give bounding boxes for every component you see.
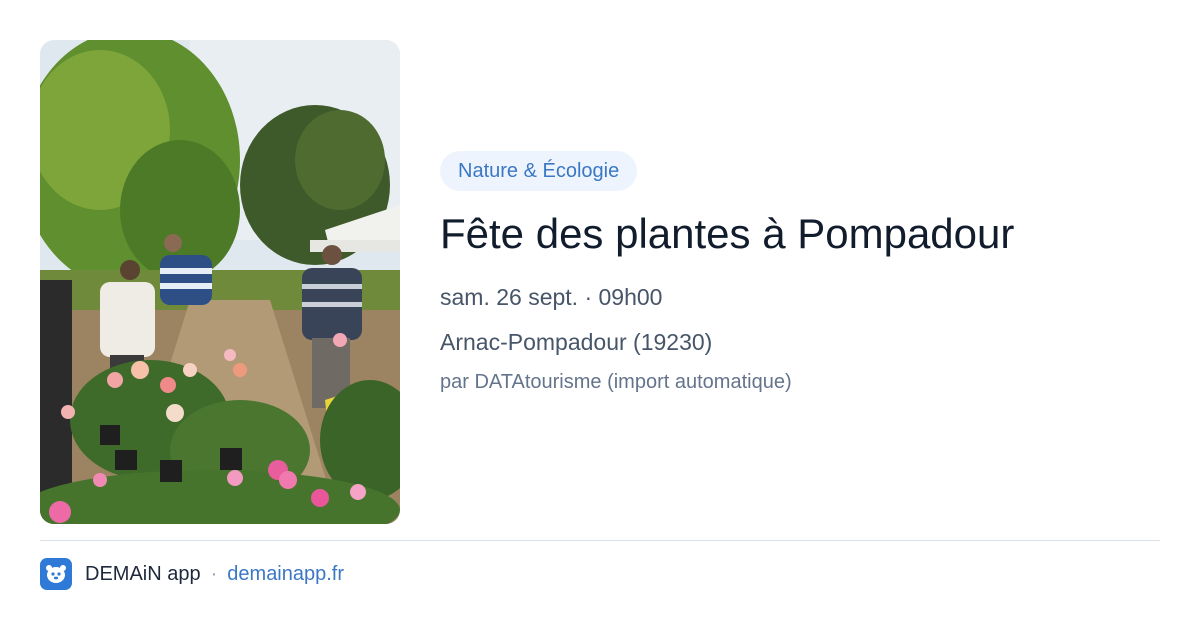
demain-logo-icon [40,558,72,590]
event-location: Arnac-Pompadour (19230) [440,329,713,355]
event-details: Nature & Écologie Fête des plantes à Pom… [440,151,1160,395]
site-link[interactable]: demainapp.fr [227,563,344,586]
footer-divider [40,540,1160,541]
footer: DEMAiN app · demainapp.fr [40,558,344,590]
footer-separator: · [210,562,218,585]
event-photo [40,40,400,524]
event-datetime: sam. 26 sept. · 09h00 [440,284,663,310]
category-tag[interactable]: Nature & Écologie [440,151,638,191]
brand-name: DEMAiN app [85,562,201,585]
event-title: Fête des plantes à Pompadour [440,210,1015,257]
event-source: par DATAtourisme (import automatique) [440,371,792,393]
